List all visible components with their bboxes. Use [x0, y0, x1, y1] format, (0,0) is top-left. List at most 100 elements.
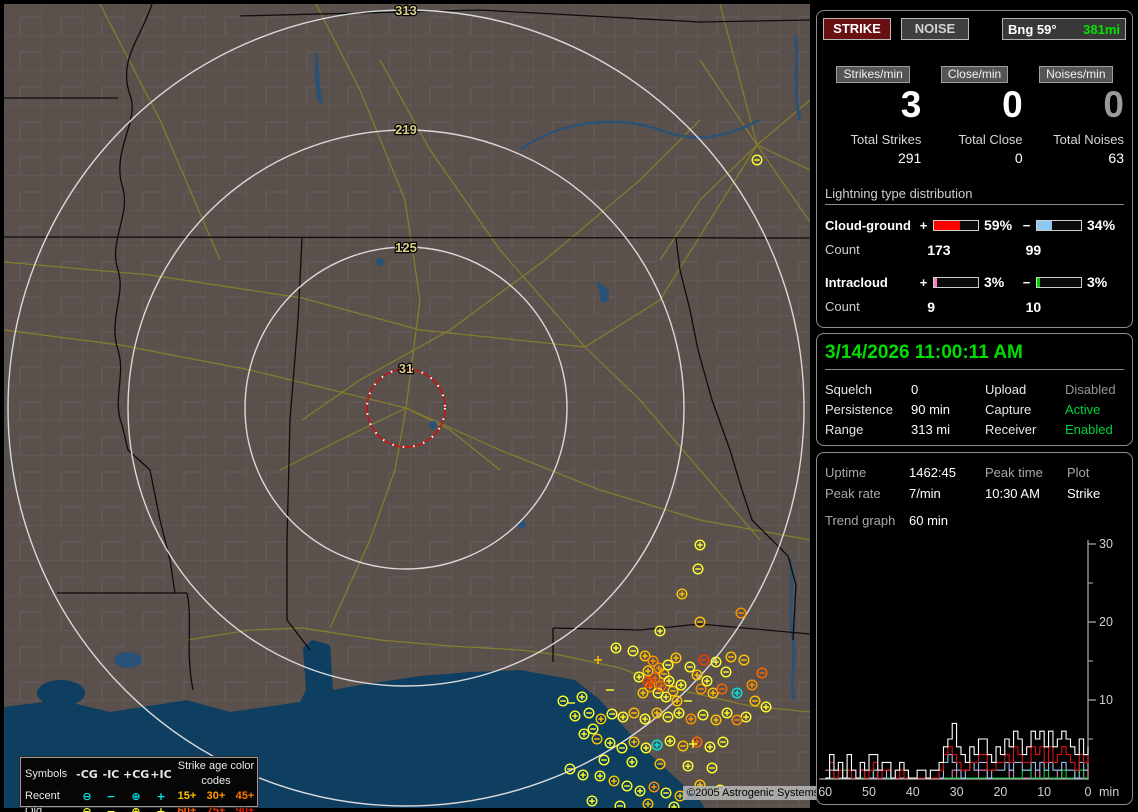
legend-row-old: Old ⊖ − ⊕ +60+ 75+ 90+ [25, 804, 254, 812]
legend-col-neg-cg: -CG [76, 767, 98, 781]
legend-symbol-pos-cg-icon: ⊕ [131, 805, 141, 812]
trend-panel: Uptime 1462:45 Peak time Plot Peak rate … [816, 452, 1133, 805]
ic-minus-bar [1036, 276, 1082, 288]
status-row: Squelch 0 Upload Disabled [825, 380, 1124, 400]
strikes-per-min-column: Strikes/min 3 Total Strikes 291 [825, 66, 921, 166]
noises-per-min-button[interactable]: Noises/min [1039, 66, 1113, 83]
noises-per-min-value: 0 [1103, 84, 1124, 125]
cg-count-label: Count [825, 242, 860, 257]
legend-symbols-label: Symbols [25, 767, 68, 780]
squelch-label: Squelch [825, 382, 872, 397]
ic-minus-pct: 3% [1087, 274, 1108, 290]
range-value: 313 mi [911, 422, 951, 437]
total-strikes-label: Total Strikes [850, 132, 922, 147]
svg-text:0: 0 [1085, 785, 1092, 799]
legend-age-title: Strike age color codes [177, 760, 255, 787]
copyright-notice: ©2005 Astrogenic Systems [683, 786, 824, 800]
legend-symbol-neg-cg-icon: ⊖ [82, 790, 92, 803]
plus-sign: + [919, 274, 928, 290]
map-legend: Symbols -CG -IC +CG +IC Strike age color… [19, 756, 259, 812]
svg-text:30: 30 [950, 785, 964, 799]
status-row: Range 313 mi Receiver Enabled [825, 420, 1124, 440]
cloud-ground-label: Cloud-ground [825, 217, 911, 233]
strike-stats-panel: STRIKE NOISE Bng 59° 381mi Strikes/min 3… [816, 10, 1133, 328]
svg-text:30: 30 [1099, 537, 1113, 551]
app-window: 313 219 125 31 Symbols -CG -IC +CG +IC Stri… [0, 0, 1138, 812]
close-per-min-button[interactable]: Close/min [940, 66, 1009, 83]
legend-symbol-pos-cg-icon: ⊕ [131, 790, 141, 803]
legend-age-threshold: 15+ [177, 790, 197, 802]
uptime-label: Uptime [825, 465, 867, 480]
persistence-label: Persistence [825, 402, 893, 417]
cg-minus-count: 99 [1025, 242, 1042, 258]
receiver-status: Enabled [1065, 422, 1113, 437]
strike-mode-button[interactable]: STRIKE [823, 18, 891, 40]
minus-sign: − [1022, 217, 1031, 233]
ic-plus-bar [933, 276, 979, 288]
datetime-display: 3/14/2026 11:00:11 AM [825, 342, 1124, 370]
legend-row-recent: Recent ⊖ − ⊕ +15+ 30+ 45+ [25, 789, 254, 804]
ic-minus-count: 10 [1025, 299, 1042, 315]
bearing-value: Bng 59° [1008, 21, 1057, 37]
info-row: Uptime 1462:45 Peak time Plot [825, 462, 1124, 483]
total-noises-label: Total Noises [1053, 132, 1124, 147]
trend-graph-value: 60 min [909, 513, 949, 528]
svg-text:313: 313 [395, 3, 417, 18]
distribution-title: Lightning type distribution [825, 186, 1124, 205]
upload-label: Upload [985, 382, 1027, 397]
cg-minus-pct: 34% [1087, 217, 1116, 233]
lightning-distribution-section: Lightning type distribution Cloud-ground… [825, 186, 1124, 315]
cg-plus-bar [933, 219, 979, 231]
trend-graph-label: Trend graph [825, 513, 896, 528]
legend-age-threshold: 45+ [235, 790, 255, 802]
cg-plus-count: 173 [927, 242, 951, 258]
total-close-label: Total Close [958, 132, 1023, 147]
squelch-value: 0 [911, 382, 919, 397]
receiver-label: Receiver [985, 422, 1037, 437]
range-label: Range [825, 422, 864, 437]
peak-time-value: 10:30 AM [985, 486, 1040, 501]
svg-text:10: 10 [1037, 785, 1051, 799]
close-per-min-column: Close/min 0 Total Close 0 [926, 66, 1023, 166]
legend-symbol-neg-ic-icon: − [106, 790, 116, 803]
noises-per-min-column: Noises/min 0 Total Noises 63 [1028, 66, 1124, 166]
cloud-ground-row: Cloud-ground + 59% − 34% [825, 217, 1124, 233]
capture-label: Capture [985, 402, 1032, 417]
intracloud-count-row: Count 9 10 [825, 299, 1124, 315]
legend-age-label: Recent [25, 790, 60, 802]
upload-status: Disabled [1065, 382, 1116, 397]
status-panel: 3/14/2026 11:00:11 AM Squelch 0 Upload D… [816, 333, 1133, 446]
lightning-map[interactable]: 313 219 125 31 [0, 0, 812, 812]
ic-plus-pct: 3% [984, 274, 1005, 290]
noise-mode-button[interactable]: NOISE [901, 18, 969, 40]
bearing-readout: Bng 59° 381mi [1002, 18, 1126, 40]
svg-text:219: 219 [395, 122, 417, 137]
peak-rate-label: Peak rate [825, 486, 881, 501]
peak-rate-value: 7/min [909, 486, 941, 501]
svg-text:10: 10 [1099, 693, 1113, 707]
intracloud-label: Intracloud [825, 274, 888, 290]
intracloud-row: Intracloud + 3% − 3% [825, 274, 1124, 290]
strikes-per-min-button[interactable]: Strikes/min [836, 66, 910, 83]
legend-symbol-neg-cg-icon: ⊖ [82, 805, 92, 812]
svg-text:50: 50 [862, 785, 876, 799]
lake-pontchartrain [37, 680, 85, 706]
plot-label: Plot [1067, 465, 1090, 480]
trend-graph: 30 20 10 60 50 40 30 20 10 0 min [818, 537, 1119, 799]
peak-time-label: Peak time [985, 465, 1043, 480]
minus-sign: − [1022, 274, 1031, 290]
total-close-value: 0 [1014, 150, 1023, 166]
status-row: Persistence 90 min Capture Active [825, 400, 1124, 420]
svg-text:20: 20 [1099, 615, 1113, 629]
legend-age-threshold: 90+ [235, 805, 255, 812]
total-noises-value: 63 [1108, 150, 1124, 166]
legend-header-row: Symbols -CG -IC +CG +IC Strike age color… [25, 759, 254, 789]
svg-text:40: 40 [906, 785, 920, 799]
legend-symbol-neg-ic-icon: − [106, 805, 116, 812]
legend-symbol-pos-ic-icon: + [156, 790, 166, 803]
svg-text:31: 31 [399, 361, 413, 376]
cloud-ground-count-row: Count 173 99 [825, 242, 1124, 258]
cg-plus-pct: 59% [984, 217, 1013, 233]
distance-value: 381mi [1083, 21, 1120, 37]
svg-text:60: 60 [818, 785, 832, 799]
